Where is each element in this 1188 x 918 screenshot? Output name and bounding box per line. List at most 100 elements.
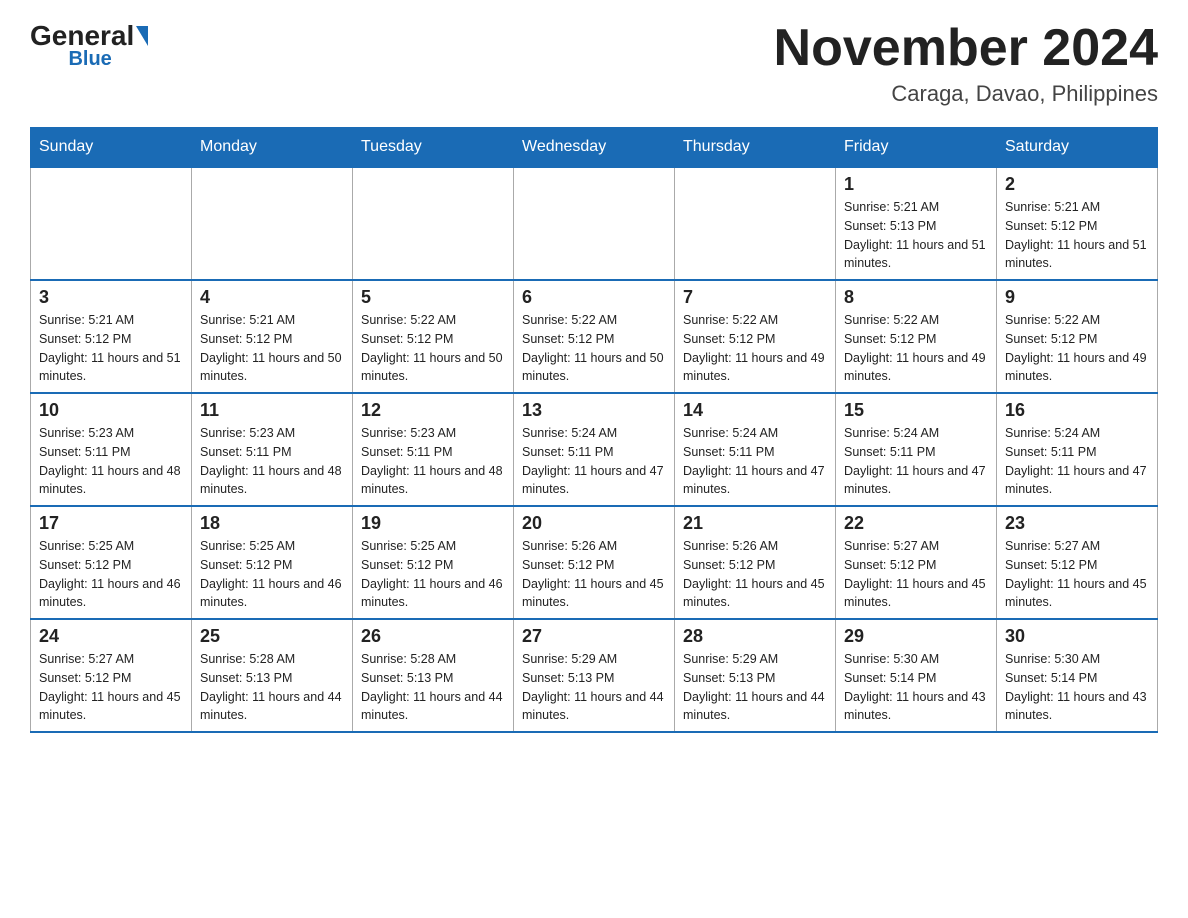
day-number: 27 [522,626,666,647]
calendar-cell: 6 Sunrise: 5:22 AMSunset: 5:12 PMDaylight… [514,280,675,393]
calendar-week-row: 1 Sunrise: 5:21 AMSunset: 5:13 PMDaylight… [31,167,1158,280]
day-number: 2 [1005,174,1149,195]
day-number: 24 [39,626,183,647]
day-number: 8 [844,287,988,308]
day-number: 5 [361,287,505,308]
day-info: Sunrise: 5:23 AMSunset: 5:11 PMDaylight:… [200,424,344,499]
day-number: 30 [1005,626,1149,647]
day-info: Sunrise: 5:26 AMSunset: 5:12 PMDaylight:… [522,537,666,612]
calendar-cell: 30 Sunrise: 5:30 AMSunset: 5:14 PMDayligh… [997,619,1158,732]
day-number: 28 [683,626,827,647]
day-info: Sunrise: 5:22 AMSunset: 5:12 PMDaylight:… [683,311,827,386]
day-info: Sunrise: 5:28 AMSunset: 5:13 PMDaylight:… [361,650,505,725]
day-number: 19 [361,513,505,534]
day-info: Sunrise: 5:26 AMSunset: 5:12 PMDaylight:… [683,537,827,612]
day-info: Sunrise: 5:24 AMSunset: 5:11 PMDaylight:… [844,424,988,499]
day-info: Sunrise: 5:21 AMSunset: 5:12 PMDaylight:… [200,311,344,386]
day-info: Sunrise: 5:22 AMSunset: 5:12 PMDaylight:… [844,311,988,386]
logo-blue-label: Blue [30,48,150,71]
calendar-cell: 24 Sunrise: 5:27 AMSunset: 5:12 PMDayligh… [31,619,192,732]
day-info: Sunrise: 5:29 AMSunset: 5:13 PMDaylight:… [522,650,666,725]
day-info: Sunrise: 5:25 AMSunset: 5:12 PMDaylight:… [200,537,344,612]
day-number: 18 [200,513,344,534]
day-number: 13 [522,400,666,421]
calendar-cell: 19 Sunrise: 5:25 AMSunset: 5:12 PMDayligh… [353,506,514,619]
day-number: 12 [361,400,505,421]
title-area: November 2024 Caraga, Davao, Philippines [774,20,1158,107]
calendar-cell [31,167,192,280]
day-info: Sunrise: 5:28 AMSunset: 5:13 PMDaylight:… [200,650,344,725]
calendar-cell: 11 Sunrise: 5:23 AMSunset: 5:11 PMDayligh… [192,393,353,506]
calendar-cell: 22Sunrise: 5:27 AMSunset: 5:12 PMDayligh… [836,506,997,619]
day-number: 22 [844,513,988,534]
calendar-cell: 17 Sunrise: 5:25 AMSunset: 5:12 PMDayligh… [31,506,192,619]
day-info: Sunrise: 5:27 AMSunset: 5:12 PMDaylight:… [39,650,183,725]
calendar-cell: 25 Sunrise: 5:28 AMSunset: 5:13 PMDayligh… [192,619,353,732]
day-info: Sunrise: 5:24 AMSunset: 5:11 PMDaylight:… [522,424,666,499]
weekday-header-friday: Friday [836,128,997,168]
day-number: 23 [1005,513,1149,534]
day-number: 11 [200,400,344,421]
calendar-cell [192,167,353,280]
day-number: 26 [361,626,505,647]
day-number: 15 [844,400,988,421]
calendar-cell: 16Sunrise: 5:24 AMSunset: 5:11 PMDayligh… [997,393,1158,506]
day-info: Sunrise: 5:25 AMSunset: 5:12 PMDaylight:… [361,537,505,612]
day-info: Sunrise: 5:22 AMSunset: 5:12 PMDaylight:… [361,311,505,386]
day-number: 7 [683,287,827,308]
day-number: 21 [683,513,827,534]
day-info: Sunrise: 5:23 AMSunset: 5:11 PMDaylight:… [39,424,183,499]
calendar-cell: 26 Sunrise: 5:28 AMSunset: 5:13 PMDayligh… [353,619,514,732]
calendar-title: November 2024 [774,20,1158,77]
day-number: 10 [39,400,183,421]
calendar-week-row: 3Sunrise: 5:21 AMSunset: 5:12 PMDaylight… [31,280,1158,393]
calendar-cell: 29Sunrise: 5:30 AMSunset: 5:14 PMDayligh… [836,619,997,732]
calendar-cell: 2 Sunrise: 5:21 AMSunset: 5:12 PMDaylight… [997,167,1158,280]
calendar-cell: 4 Sunrise: 5:21 AMSunset: 5:12 PMDaylight… [192,280,353,393]
day-number: 16 [1005,400,1149,421]
day-number: 1 [844,174,988,195]
day-info: Sunrise: 5:21 AMSunset: 5:12 PMDaylight:… [39,311,183,386]
calendar-cell: 5 Sunrise: 5:22 AMSunset: 5:12 PMDaylight… [353,280,514,393]
day-info: Sunrise: 5:30 AMSunset: 5:14 PMDaylight:… [844,650,988,725]
calendar-cell: 10 Sunrise: 5:23 AMSunset: 5:11 PMDayligh… [31,393,192,506]
day-info: Sunrise: 5:22 AMSunset: 5:12 PMDaylight:… [1005,311,1149,386]
calendar-table: SundayMondayTuesdayWednesdayThursdayFrid… [30,127,1158,733]
day-number: 20 [522,513,666,534]
day-number: 4 [200,287,344,308]
day-info: Sunrise: 5:21 AMSunset: 5:13 PMDaylight:… [844,198,988,273]
logo-triangle-icon [136,26,148,46]
weekday-header-thursday: Thursday [675,128,836,168]
calendar-cell: 21 Sunrise: 5:26 AMSunset: 5:12 PMDayligh… [675,506,836,619]
calendar-week-row: 17 Sunrise: 5:25 AMSunset: 5:12 PMDayligh… [31,506,1158,619]
calendar-cell [353,167,514,280]
day-info: Sunrise: 5:30 AMSunset: 5:14 PMDaylight:… [1005,650,1149,725]
calendar-cell: 20 Sunrise: 5:26 AMSunset: 5:12 PMDayligh… [514,506,675,619]
day-number: 6 [522,287,666,308]
weekday-header-monday: Monday [192,128,353,168]
calendar-week-row: 24 Sunrise: 5:27 AMSunset: 5:12 PMDayligh… [31,619,1158,732]
day-info: Sunrise: 5:24 AMSunset: 5:11 PMDaylight:… [683,424,827,499]
calendar-cell: 3Sunrise: 5:21 AMSunset: 5:12 PMDaylight… [31,280,192,393]
calendar-week-row: 10 Sunrise: 5:23 AMSunset: 5:11 PMDayligh… [31,393,1158,506]
day-number: 25 [200,626,344,647]
day-info: Sunrise: 5:25 AMSunset: 5:12 PMDaylight:… [39,537,183,612]
calendar-cell: 9Sunrise: 5:22 AMSunset: 5:12 PMDaylight… [997,280,1158,393]
logo: General Blue [30,20,150,71]
calendar-cell: 18 Sunrise: 5:25 AMSunset: 5:12 PMDayligh… [192,506,353,619]
calendar-cell: 13 Sunrise: 5:24 AMSunset: 5:11 PMDayligh… [514,393,675,506]
day-info: Sunrise: 5:27 AMSunset: 5:12 PMDaylight:… [1005,537,1149,612]
weekday-header-wednesday: Wednesday [514,128,675,168]
calendar-subtitle: Caraga, Davao, Philippines [774,81,1158,107]
day-info: Sunrise: 5:22 AMSunset: 5:12 PMDaylight:… [522,311,666,386]
calendar-cell: 1 Sunrise: 5:21 AMSunset: 5:13 PMDaylight… [836,167,997,280]
page-header: General Blue November 2024 Caraga, Davao… [30,20,1158,107]
calendar-body: 1 Sunrise: 5:21 AMSunset: 5:13 PMDaylight… [31,167,1158,732]
weekday-header-row: SundayMondayTuesdayWednesdayThursdayFrid… [31,128,1158,168]
day-number: 17 [39,513,183,534]
day-info: Sunrise: 5:21 AMSunset: 5:12 PMDaylight:… [1005,198,1149,273]
day-number: 14 [683,400,827,421]
weekday-header-sunday: Sunday [31,128,192,168]
day-info: Sunrise: 5:23 AMSunset: 5:11 PMDaylight:… [361,424,505,499]
day-info: Sunrise: 5:29 AMSunset: 5:13 PMDaylight:… [683,650,827,725]
